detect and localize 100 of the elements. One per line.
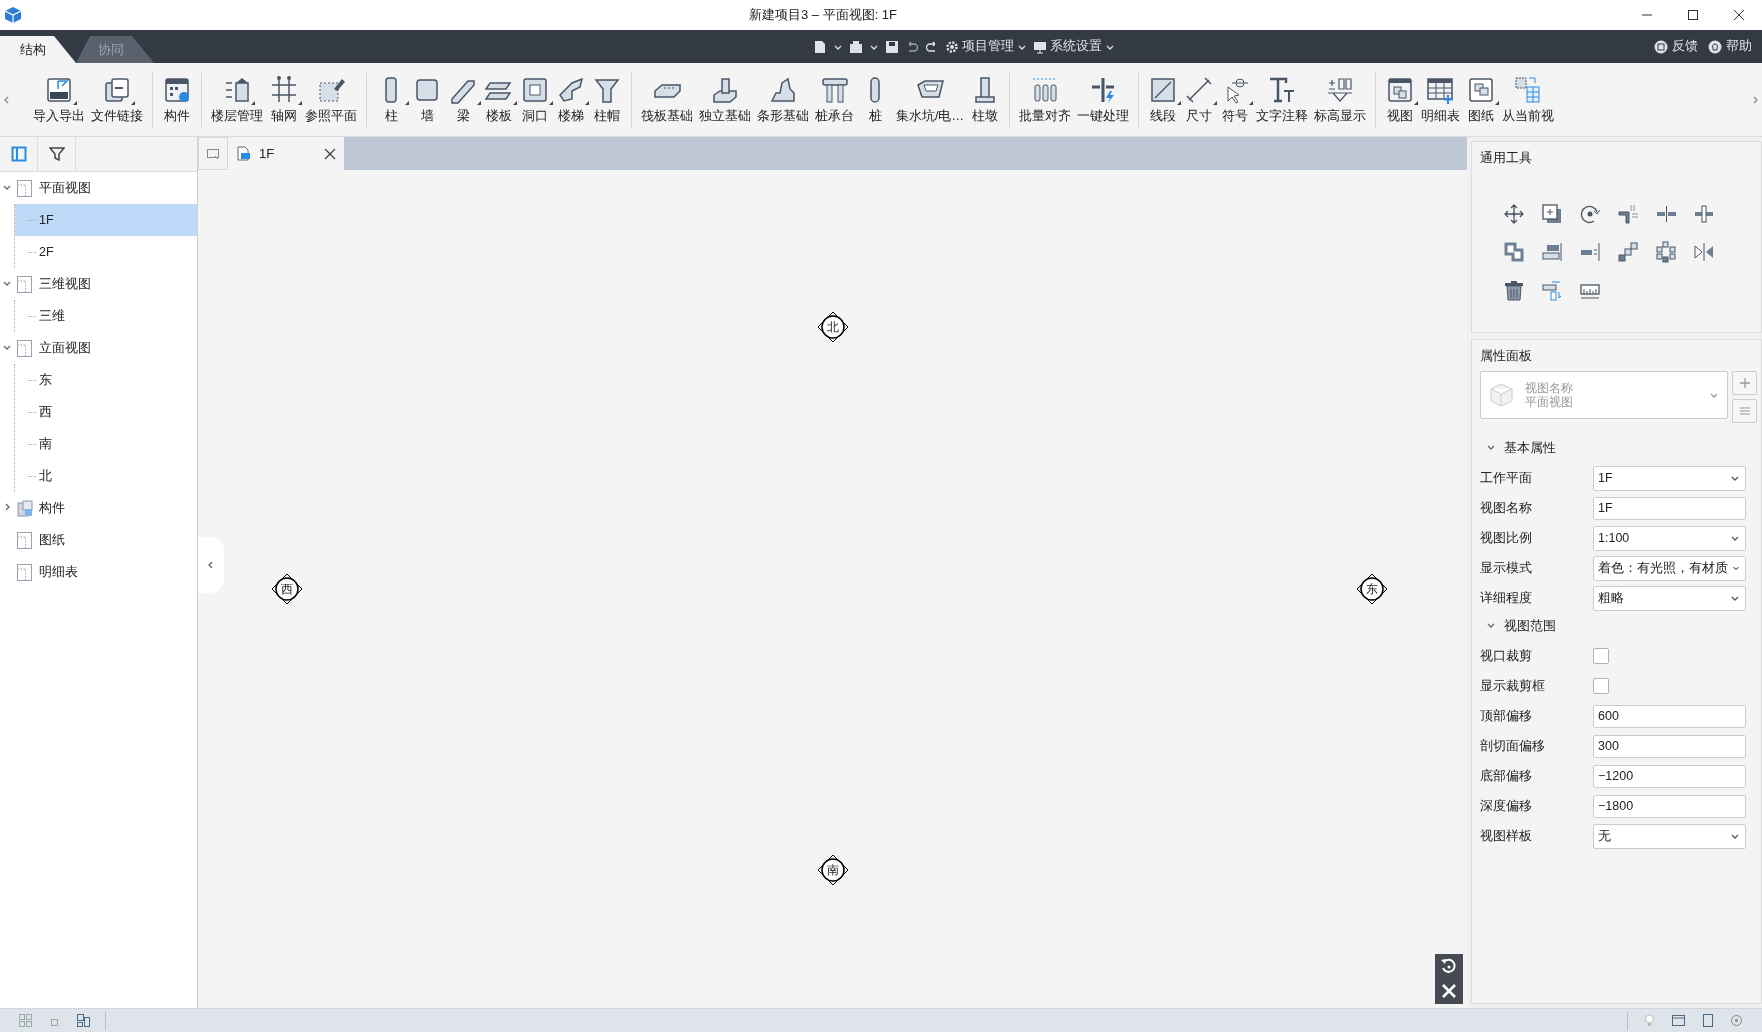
tree-item[interactable]: 西 [15,396,197,428]
toolbar-button[interactable]: 柱墩 [967,70,1003,129]
type-value: 平面视图 [1525,395,1574,409]
select-field[interactable]: 无 [1593,823,1746,849]
toolbar-button[interactable]: 尺寸 [1181,70,1217,129]
property-label: 视口裁剪 [1480,647,1533,665]
panel-icon [10,146,27,162]
toolbar-button[interactable]: 楼梯 [553,70,589,129]
split-icon[interactable] [1655,203,1677,225]
trim-corner-icon[interactable] [1617,203,1639,225]
tree-item[interactable]: 北 [15,460,197,492]
toolbar-button[interactable]: 标高显示 [1311,70,1369,129]
toolbar-button[interactable]: 图纸 [1463,70,1499,129]
mirror-icon[interactable] [1693,241,1715,263]
marker-label: 北 [826,321,839,333]
move-icon[interactable] [1503,203,1525,225]
toolbar-button[interactable]: 墙 [409,70,445,129]
extend-icon[interactable] [1579,241,1601,263]
toolbar-button[interactable]: 集水坑/电… [893,70,967,129]
feedback-icon [1654,39,1668,54]
toolbar-button[interactable]: 独立基础 [696,70,754,129]
property-label: 视图样板 [1480,827,1533,845]
tree-item[interactable]: 三维视图 [0,268,197,300]
align-right-icon[interactable] [1541,241,1563,263]
window-icon [1671,1013,1686,1028]
ribbon-tab[interactable]: 结构 [0,36,76,63]
view-marker-icon[interactable] [270,572,304,606]
select-field[interactable]: 1F [1593,465,1746,491]
input-field[interactable]: 600 [1593,704,1746,728]
swap-icon[interactable] [1541,279,1563,301]
type-name-label: 视图名称 [1525,381,1574,395]
property-label: 显示裁剪框 [1480,677,1546,695]
property-label: 底部偏移 [1480,767,1533,785]
toolbar-button[interactable]: 符号 [1217,70,1253,129]
offset-icon[interactable] [1503,241,1525,263]
toolbar-button[interactable]: 楼层管理 [208,70,266,129]
toolbar-button[interactable]: 梁 [445,70,481,129]
toolbar-button[interactable]: 参照平面 [302,70,360,129]
tree-item[interactable]: 立面视图 [0,332,197,364]
input-field[interactable]: 300 [1593,734,1746,758]
select-field[interactable]: 着色：有光照，有材质 [1593,555,1746,581]
array-icon[interactable] [1617,241,1639,263]
toolbar-button[interactable]: 从当前视 [1499,70,1557,129]
tree-item[interactable]: 图纸 [0,524,197,556]
menu-button[interactable]: 项目管理 [945,38,1027,55]
page-icon [1700,1013,1715,1028]
view-marker-icon[interactable] [815,853,850,887]
toolbar-button[interactable]: 桩 [857,70,893,129]
document-tab[interactable]: 1F [228,137,344,170]
copy-icon[interactable] [1541,203,1563,225]
input-field[interactable]: −1200 [1593,764,1746,788]
tree-item[interactable]: 2F [15,236,197,268]
toolbar-button[interactable]: 批量对齐 [1016,70,1074,129]
tab-list-button[interactable] [198,137,228,170]
toolbar-button[interactable]: 柱帽 [589,70,625,129]
window-icon [206,146,220,161]
rotate-icon[interactable] [1579,203,1601,225]
help-link[interactable]: 帮助 [1708,38,1752,55]
layout-icon [76,1013,91,1028]
toolbar-button[interactable]: 桩承台 [812,70,857,129]
toolbar-button[interactable]: 条形基础 [754,70,812,129]
toolbar-button[interactable]: 文件链接 [88,70,146,129]
input-field[interactable]: 1F [1593,496,1746,520]
tree-item[interactable]: 明细表 [0,556,197,588]
property-label: 视图名称 [1480,499,1533,517]
tree-item[interactable]: 三维 [15,300,197,332]
close-icon [1733,9,1745,21]
circular-array-icon[interactable] [1655,241,1677,263]
tree-item[interactable]: 平面视图 [0,172,197,204]
section-header[interactable]: 视图范围 [1480,613,1757,639]
drawing-canvas[interactable]: 北 西 东 南 [198,170,1467,1008]
help-link[interactable]: 反馈 [1654,38,1698,55]
tree-item[interactable]: 1F [15,204,197,236]
menu-button[interactable]: 系统设置 [1033,38,1115,55]
tree-item[interactable]: 东 [15,364,197,396]
toolbar-button[interactable]: 文字注释 [1253,70,1311,129]
toolbar-button[interactable]: 楼板 [481,70,517,129]
tree-item[interactable]: 构件 [0,492,197,524]
toolbar-button[interactable]: 柱 [373,70,409,129]
toolbar-button[interactable]: 线段 [1145,70,1181,129]
toolbar-button[interactable]: 轴网 [266,70,302,129]
toolbar-button[interactable]: 洞口 [517,70,553,129]
checkbox[interactable] [1593,648,1609,664]
toolbar-button[interactable]: 导入导出 [30,70,88,129]
toolbar-button[interactable]: 构件 [159,70,195,129]
collapse-handle[interactable] [198,537,224,593]
input-field[interactable]: −1800 [1593,794,1746,818]
toolbar-button[interactable]: 筏板基础 [638,70,696,129]
select-field[interactable]: 1:100 [1593,525,1746,551]
view-marker-icon[interactable] [1355,572,1389,606]
split-gap-icon[interactable] [1693,203,1715,225]
select-field[interactable]: 粗略 [1593,585,1746,611]
tree-item[interactable]: 南 [15,428,197,460]
toolbar-button[interactable]: 视图 [1382,70,1418,129]
toolbar-button[interactable]: 明细表 [1418,70,1463,129]
checkbox[interactable] [1593,678,1609,694]
section-header[interactable]: 基本属性 [1480,435,1757,461]
view-marker-icon[interactable] [815,310,850,344]
toolbar-button[interactable]: 一键处理 [1074,70,1132,129]
delete-icon[interactable] [1503,279,1525,301]
